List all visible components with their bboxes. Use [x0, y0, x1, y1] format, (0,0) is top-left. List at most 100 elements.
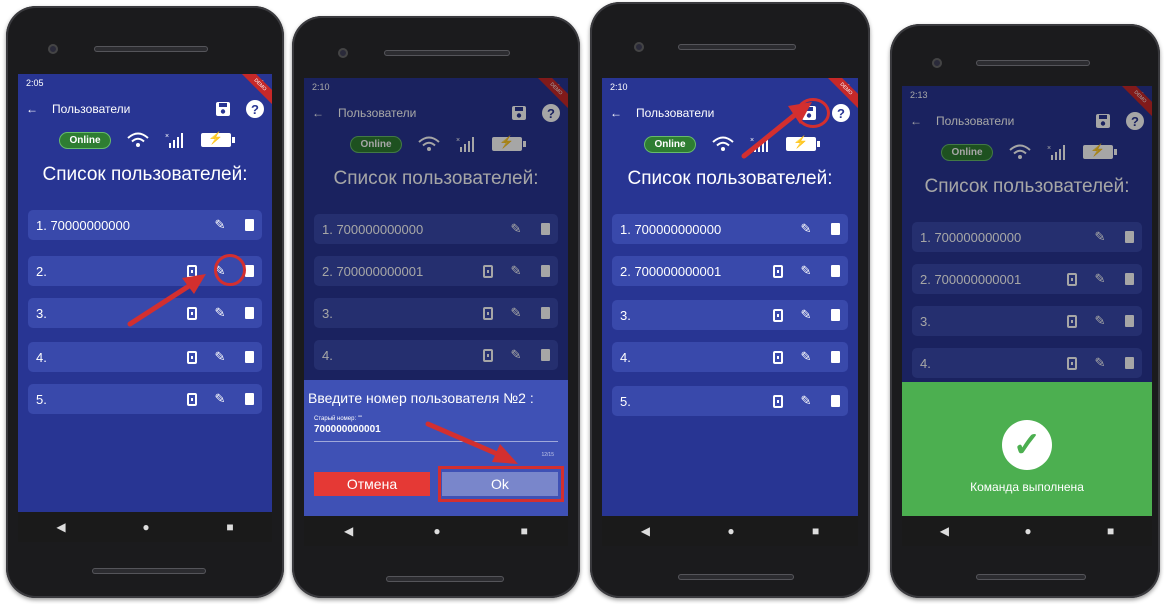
user-label: 1. 700000000000 — [322, 221, 424, 237]
trash-icon[interactable] — [245, 307, 254, 319]
arrow-left-icon[interactable]: ← — [910, 114, 922, 128]
nav-back-icon[interactable]: ◀ — [940, 524, 949, 538]
sim-card-icon[interactable] — [187, 392, 197, 406]
trash-icon[interactable] — [245, 351, 254, 363]
save-icon[interactable] — [1094, 112, 1112, 130]
trash-icon[interactable] — [245, 393, 254, 405]
sim-card-icon[interactable] — [773, 264, 783, 278]
help-icon[interactable]: ? — [1126, 112, 1144, 130]
success-message: Команда выполнена — [970, 480, 1084, 494]
pencil-icon[interactable]: ✎ — [1093, 230, 1107, 244]
trash-icon[interactable] — [1125, 273, 1134, 285]
trash-icon[interactable] — [1125, 231, 1134, 243]
nav-home-icon[interactable]: ● — [142, 520, 149, 534]
trash-icon[interactable] — [831, 395, 840, 407]
pencil-icon[interactable]: ✎ — [1093, 314, 1107, 328]
trash-icon[interactable] — [831, 223, 840, 235]
nav-recents-icon[interactable]: ■ — [226, 520, 233, 534]
cancel-button[interactable]: Отмена — [314, 472, 430, 496]
list-item[interactable]: 3. ✎ — [912, 306, 1142, 336]
list-item[interactable]: 3. ✎ — [612, 300, 848, 330]
list-item[interactable]: 3. ✎ — [314, 298, 558, 328]
pencil-icon[interactable]: ✎ — [213, 350, 227, 364]
pencil-icon[interactable]: ✎ — [799, 264, 813, 278]
nav-recents-icon[interactable]: ■ — [1107, 524, 1114, 538]
list-item[interactable]: 1. 70000000000 ✎ — [28, 210, 262, 240]
trash-icon[interactable] — [245, 219, 254, 231]
list-item[interactable]: 5. ✎ — [612, 386, 848, 416]
arrow-left-icon[interactable]: ← — [610, 106, 622, 120]
list-item[interactable]: 5. ✎ — [28, 384, 262, 414]
nav-back-icon[interactable]: ◀ — [56, 520, 65, 534]
save-icon[interactable] — [510, 104, 528, 122]
pencil-icon[interactable]: ✎ — [1093, 272, 1107, 286]
help-icon[interactable]: ? — [246, 100, 264, 118]
page-title: Пользователи — [338, 106, 417, 120]
pencil-icon[interactable]: ✎ — [799, 350, 813, 364]
trash-icon[interactable] — [541, 223, 550, 235]
battery-charging-icon: ⚡ — [200, 131, 235, 147]
sim-card-icon[interactable] — [187, 306, 197, 320]
pencil-icon[interactable]: ✎ — [509, 222, 523, 236]
arrow-left-icon[interactable]: ← — [312, 106, 324, 120]
list-item[interactable]: 1. 700000000000 ✎ — [912, 222, 1142, 252]
nav-home-icon[interactable]: ● — [433, 524, 440, 538]
page-title: Пользователи — [636, 106, 715, 120]
pencil-icon[interactable]: ✎ — [509, 306, 523, 320]
sim-card-icon[interactable] — [1067, 272, 1077, 286]
sim-card-icon[interactable] — [773, 350, 783, 364]
trash-icon[interactable] — [1125, 315, 1134, 327]
trash-icon[interactable] — [541, 265, 550, 277]
pencil-icon[interactable]: ✎ — [799, 222, 813, 236]
trash-icon[interactable] — [541, 349, 550, 361]
list-item[interactable]: 4. ✎ — [314, 340, 558, 370]
list-item[interactable]: 2. 700000000001 ✎ — [612, 256, 848, 286]
help-icon[interactable]: ? — [542, 104, 560, 122]
sim-card-icon[interactable] — [187, 350, 197, 364]
trash-icon[interactable] — [831, 265, 840, 277]
list-item[interactable]: 2. 700000000001 ✎ — [912, 264, 1142, 294]
pencil-icon[interactable]: ✎ — [799, 308, 813, 322]
nav-back-icon[interactable]: ◀ — [641, 524, 650, 538]
pencil-icon[interactable]: ✎ — [509, 264, 523, 278]
sim-card-icon[interactable] — [187, 264, 197, 278]
sim-card-icon[interactable] — [773, 394, 783, 408]
pencil-icon[interactable]: ✎ — [509, 348, 523, 362]
sim-card-icon[interactable] — [483, 306, 493, 320]
nav-recents-icon[interactable]: ■ — [812, 524, 819, 538]
trash-icon[interactable] — [1125, 357, 1134, 369]
user-label: 3. — [620, 307, 631, 323]
list-item[interactable]: 1. 700000000000 ✎ — [612, 214, 848, 244]
sim-card-icon[interactable] — [773, 308, 783, 322]
pencil-icon[interactable]: ✎ — [1093, 356, 1107, 370]
list-item[interactable]: 3. ✎ — [28, 298, 262, 328]
trash-icon[interactable] — [831, 309, 840, 321]
sim-card-icon[interactable] — [483, 348, 493, 362]
nav-home-icon[interactable]: ● — [1024, 524, 1031, 538]
arrow-left-icon[interactable]: ← — [26, 102, 38, 116]
phone-number-input[interactable]: 700000000001 — [304, 422, 568, 437]
save-icon[interactable] — [214, 100, 232, 118]
list-item[interactable]: 4. ✎ — [612, 342, 848, 372]
nav-back-icon[interactable]: ◀ — [344, 524, 353, 538]
pencil-icon[interactable]: ✎ — [213, 218, 227, 232]
list-item[interactable]: 4. ✎ — [912, 348, 1142, 378]
nav-recents-icon[interactable]: ■ — [521, 524, 528, 538]
sim-card-icon[interactable] — [1067, 356, 1077, 370]
pencil-icon[interactable]: ✎ — [213, 306, 227, 320]
list-item[interactable]: 1. 700000000000 ✎ — [314, 214, 558, 244]
list-item[interactable]: 4. ✎ — [28, 342, 262, 372]
device-status-indicators: Online × ⚡ — [18, 128, 272, 152]
pencil-icon[interactable]: ✎ — [799, 394, 813, 408]
trash-icon[interactable] — [245, 265, 254, 277]
trash-icon[interactable] — [541, 307, 550, 319]
help-icon[interactable]: ? — [832, 104, 850, 122]
checkmark-icon: ✓ — [1002, 420, 1052, 470]
nav-home-icon[interactable]: ● — [727, 524, 734, 538]
list-item[interactable]: 2. 700000000001 ✎ — [314, 256, 558, 286]
sim-card-icon[interactable] — [1067, 314, 1077, 328]
status-bar: 2:10 ▾▮ — [304, 78, 568, 96]
trash-icon[interactable] — [831, 351, 840, 363]
pencil-icon[interactable]: ✎ — [213, 392, 227, 406]
sim-card-icon[interactable] — [483, 264, 493, 278]
